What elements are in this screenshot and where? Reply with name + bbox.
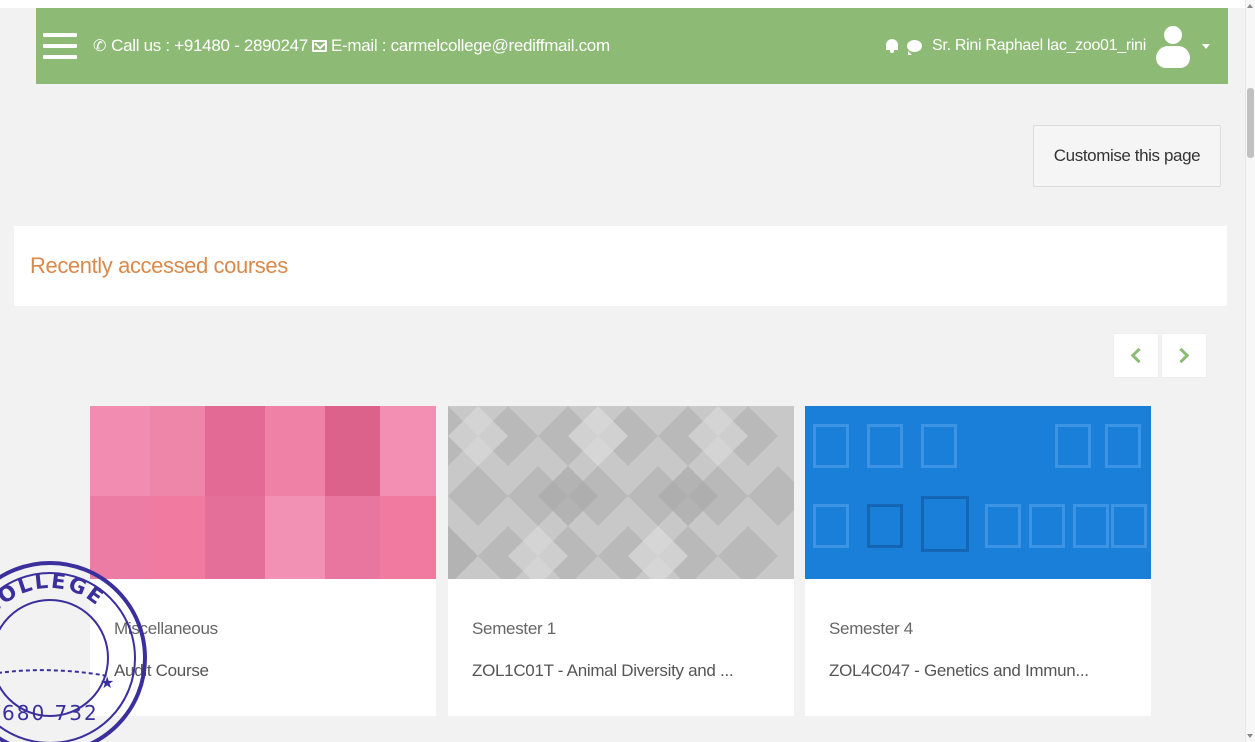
prev-page-button[interactable] [1113, 333, 1159, 378]
course-name[interactable]: ZOL1C01T - Animal Diversity and ... [472, 661, 794, 681]
course-card[interactable]: Semester 4 ZOL4C047 - Genetics and Immun… [805, 406, 1151, 716]
phone-icon: ✆ [93, 38, 107, 55]
course-category: Semester 1 [472, 619, 556, 638]
bell-icon[interactable] [885, 38, 899, 54]
course-image[interactable] [805, 406, 1151, 579]
section-title: Recently accessed courses [30, 253, 288, 278]
scroll-down-icon[interactable] [1247, 734, 1253, 738]
course-paging [1113, 333, 1207, 378]
envelope-icon [311, 40, 327, 52]
hamburger-icon[interactable] [43, 33, 77, 59]
contact-info: ✆ Call us : +91480 - 2890247 E-mail : ca… [93, 36, 610, 56]
scroll-up-icon[interactable] [1247, 4, 1253, 8]
course-name[interactable]: Audit Course [114, 661, 436, 681]
recent-courses-header: Recently accessed courses [14, 226, 1227, 306]
course-card[interactable]: Semester 1 ZOL1C01T - Animal Diversity a… [448, 406, 794, 716]
chevron-down-icon[interactable] [1202, 43, 1210, 49]
course-image[interactable] [90, 406, 436, 579]
customise-page-button[interactable]: Customise this page [1033, 125, 1221, 187]
scrollbar[interactable] [1245, 0, 1255, 742]
course-category: Miscellaneous [114, 619, 218, 638]
user-area: Sr. Rini Raphael lac_zoo01_rini [885, 24, 1210, 68]
user-name[interactable]: Sr. Rini Raphael lac_zoo01_rini [932, 37, 1146, 55]
chevron-left-icon [1130, 347, 1147, 364]
course-image[interactable] [448, 406, 794, 579]
next-page-button[interactable] [1161, 333, 1207, 378]
chevron-right-icon [1173, 347, 1190, 364]
top-navbar: ✆ Call us : +91480 - 2890247 E-mail : ca… [36, 8, 1228, 84]
scrollbar-thumb[interactable] [1247, 88, 1254, 158]
course-name[interactable]: ZOL4C047 - Genetics and Immun... [829, 661, 1151, 681]
avatar[interactable] [1152, 24, 1192, 68]
top-edge [0, 0, 1255, 8]
phone-text: Call us : +91480 - 2890247 [111, 36, 308, 55]
course-card[interactable]: Miscellaneous Audit Course [90, 406, 436, 716]
email-text: E-mail : carmelcollege@rediffmail.com [330, 36, 610, 55]
svg-text:680 732: 680 732 [2, 701, 99, 725]
course-category: Semester 4 [829, 619, 913, 638]
chat-icon[interactable] [907, 40, 923, 55]
